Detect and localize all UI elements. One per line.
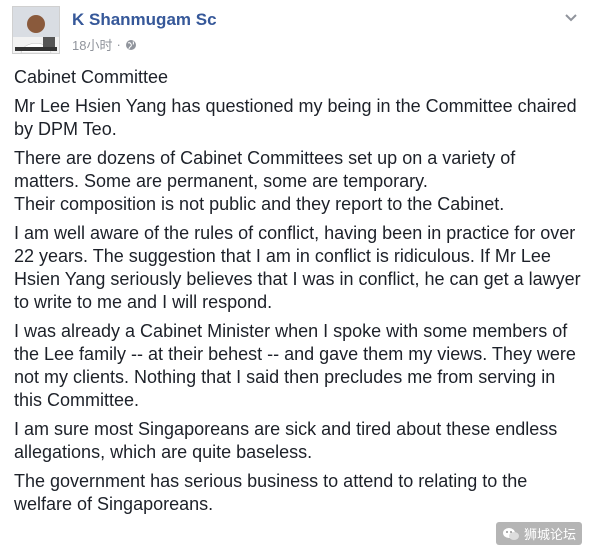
- post-paragraph: I am sure most Singaporeans are sick and…: [14, 419, 558, 462]
- post-paragraph: Cabinet Committee: [14, 67, 169, 87]
- post-paragraph: The government has serious business to a…: [14, 471, 528, 514]
- post-paragraph: I am well aware of the rules of conflict…: [14, 223, 581, 312]
- post-paragraph: Their composition is not public and they…: [14, 194, 505, 214]
- post-body: Cabinet Committee Mr Lee Hsien Yang has …: [14, 66, 582, 522]
- post-header: K Shanmugam Sc 18小时 ·: [8, 4, 582, 56]
- meta-separator: ·: [116, 37, 121, 52]
- chevron-down-icon[interactable]: [564, 12, 578, 22]
- watermark: 狮城论坛: [495, 522, 582, 545]
- avatar-image: [13, 7, 59, 53]
- post-timestamp[interactable]: 18小时: [72, 35, 112, 54]
- post-paragraph: There are dozens of Cabinet Committees s…: [14, 148, 516, 191]
- post-paragraph: Mr Lee Hsien Yang has questioned my bein…: [14, 96, 577, 139]
- facebook-post: K Shanmugam Sc 18小时 · Cabinet Committee …: [0, 0, 590, 551]
- wechat-icon: [502, 527, 519, 540]
- author-name[interactable]: K Shanmugam Sc: [72, 10, 217, 30]
- post-paragraph: I was already a Cabinet Minister when I …: [14, 321, 576, 410]
- watermark-text: 狮城论坛: [523, 527, 576, 542]
- globe-icon: [125, 39, 136, 50]
- post-meta: 18小时 ·: [72, 35, 137, 54]
- avatar[interactable]: [12, 6, 60, 54]
